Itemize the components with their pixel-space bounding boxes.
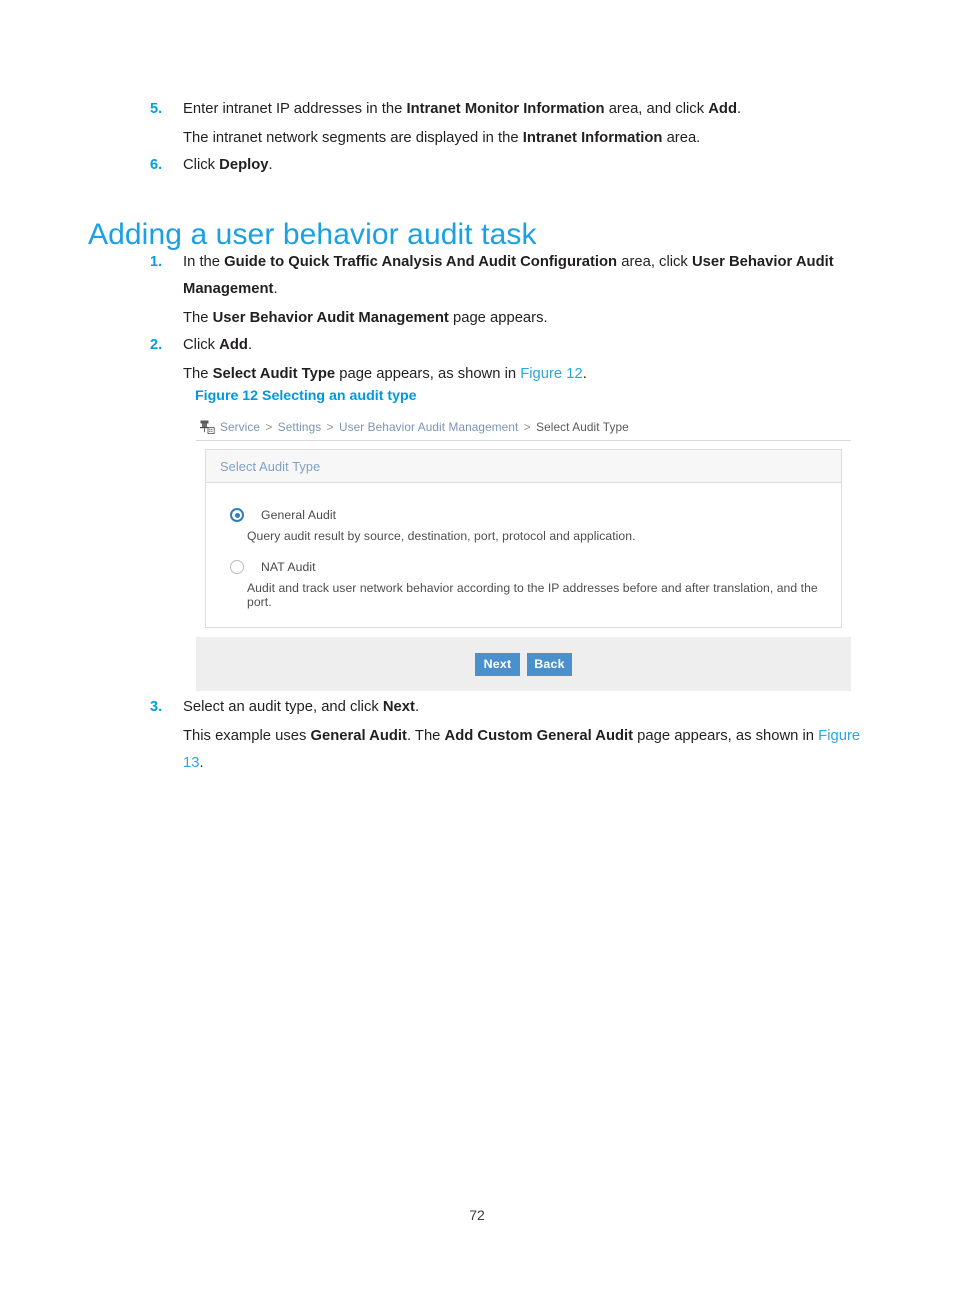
option-spacer	[206, 543, 841, 557]
bold-term: Intranet Monitor Information	[406, 101, 605, 117]
step-item: 3. Select an audit type, and click Next.	[150, 694, 870, 721]
text-run: .	[273, 281, 278, 297]
bold-term: Select Audit Type	[212, 366, 336, 382]
text-run: .	[268, 157, 273, 173]
bold-term: Guide to Quick Traffic Analysis And Audi…	[224, 254, 618, 270]
breadcrumb-link[interactable]: Settings	[278, 420, 321, 434]
figure-screenshot: Service > Settings > User Behavior Audit…	[196, 414, 851, 691]
step-item: 6. Click Deploy.	[150, 152, 870, 179]
breadcrumb: Service > Settings > User Behavior Audit…	[196, 414, 851, 441]
breadcrumb-separator: >	[520, 420, 535, 434]
step-number: 5.	[150, 101, 163, 117]
text-run: page appears.	[448, 310, 548, 326]
bold-term: General Audit	[310, 728, 407, 744]
radio-description-nat-audit: Audit and track user network behavior ac…	[247, 581, 818, 609]
network-server-icon	[200, 420, 215, 435]
bold-term: Intranet Information	[522, 130, 663, 146]
figure-cross-reference[interactable]: Figure 12	[520, 366, 583, 382]
text-run: .	[414, 699, 420, 715]
text-run: area, and click	[604, 101, 709, 117]
text-run: The intranet network segments are displa…	[183, 130, 523, 146]
text-run: Click	[183, 157, 220, 173]
text-run: The	[183, 310, 213, 326]
panel-title: Select Audit Type	[220, 458, 321, 474]
step-item: 2. Click Add.	[150, 332, 870, 359]
text-run: The	[183, 366, 213, 382]
select-audit-type-panel: Select Audit Type General Audit Query au…	[205, 449, 842, 628]
step-text: In the Guide to Quick Traffic Analysis A…	[183, 249, 870, 303]
step-item: 1. In the Guide to Quick Traffic Analysis…	[150, 249, 870, 303]
radio-label-general-audit: General Audit	[261, 508, 337, 522]
back-button[interactable]: Back	[527, 652, 572, 676]
text-run: Select an audit type, and click	[183, 699, 383, 715]
page-number: 72	[469, 1207, 485, 1223]
step-text: Select an audit type, and click Next.	[183, 694, 870, 721]
breadcrumb-current: Select Audit Type	[536, 420, 629, 434]
radio-option-nat-audit[interactable]: NAT Audit	[206, 557, 841, 577]
bold-term: User Behavior Audit Management	[212, 310, 449, 326]
bold-term: Deploy	[219, 157, 269, 173]
next-button[interactable]: Next	[475, 652, 520, 676]
text-run: .	[247, 337, 253, 353]
breadcrumb-link[interactable]: Service	[220, 420, 260, 434]
step-item: 5. Enter intranet IP addresses in the Int…	[150, 96, 870, 123]
text-run: page appears, as shown in	[633, 728, 819, 744]
figure-caption: Figure 12 Selecting an audit type	[195, 388, 417, 404]
breadcrumb-trail: Service > Settings > User Behavior Audit…	[220, 420, 629, 434]
text-run: Enter intranet IP addresses in the	[183, 101, 407, 117]
text-run: .	[582, 366, 587, 382]
step-result-text: The intranet network segments are displa…	[183, 125, 870, 152]
radio-description-general-audit: Query audit result by source, destinatio…	[247, 529, 636, 543]
step-result-text: The User Behavior Audit Management page …	[183, 305, 870, 332]
step-list-after-figure: 3. Select an audit type, and click Next. T…	[150, 694, 870, 777]
step-list-main: 1. In the Guide to Quick Traffic Analysis…	[150, 249, 870, 388]
step-text: Enter intranet IP addresses in the Intra…	[183, 96, 870, 123]
bold-term: Add	[219, 337, 248, 353]
text-run: area.	[662, 130, 701, 146]
text-run: page appears, as shown in	[335, 366, 521, 382]
panel-body: General Audit Query audit result by sour…	[206, 483, 841, 627]
radio-button-general-audit[interactable]	[230, 508, 244, 522]
step-number: 3.	[150, 699, 163, 715]
text-run: In the	[183, 254, 225, 270]
breadcrumb-separator: >	[262, 420, 276, 434]
text-run: .	[199, 755, 204, 771]
step-list-continued: 5. Enter intranet IP addresses in the Int…	[150, 96, 870, 181]
bold-term: Add Custom General Audit	[444, 728, 634, 744]
step-result-text: This example uses General Audit. The Add…	[183, 723, 870, 777]
step-text: Click Deploy.	[183, 152, 870, 179]
text-run: This example uses	[183, 728, 311, 744]
text-run: Click	[183, 337, 220, 353]
panel-header: Select Audit Type	[206, 450, 841, 483]
bold-term: Next	[382, 699, 415, 715]
text-run: area, click	[617, 254, 692, 270]
text-run: . The	[406, 728, 445, 744]
step-number: 1.	[150, 254, 163, 270]
step-number: 6.	[150, 157, 163, 173]
text-run: .	[736, 101, 742, 117]
radio-label-nat-audit: NAT Audit	[261, 560, 316, 574]
panel-wrapper: Select Audit Type General Audit Query au…	[196, 441, 851, 628]
breadcrumb-link[interactable]: User Behavior Audit Management	[339, 420, 518, 434]
radio-button-nat-audit[interactable]	[230, 560, 244, 574]
step-result-text: The Select Audit Type page appears, as s…	[183, 361, 870, 388]
step-text: Click Add.	[183, 332, 870, 359]
radio-option-general-audit[interactable]: General Audit	[206, 505, 841, 525]
step-number: 2.	[150, 337, 163, 353]
document-page: 5. Enter intranet IP addresses in the Int…	[0, 0, 954, 1296]
bold-term: Add	[708, 101, 737, 117]
panel-footer: Next Back	[196, 637, 851, 691]
breadcrumb-separator: >	[323, 420, 337, 434]
